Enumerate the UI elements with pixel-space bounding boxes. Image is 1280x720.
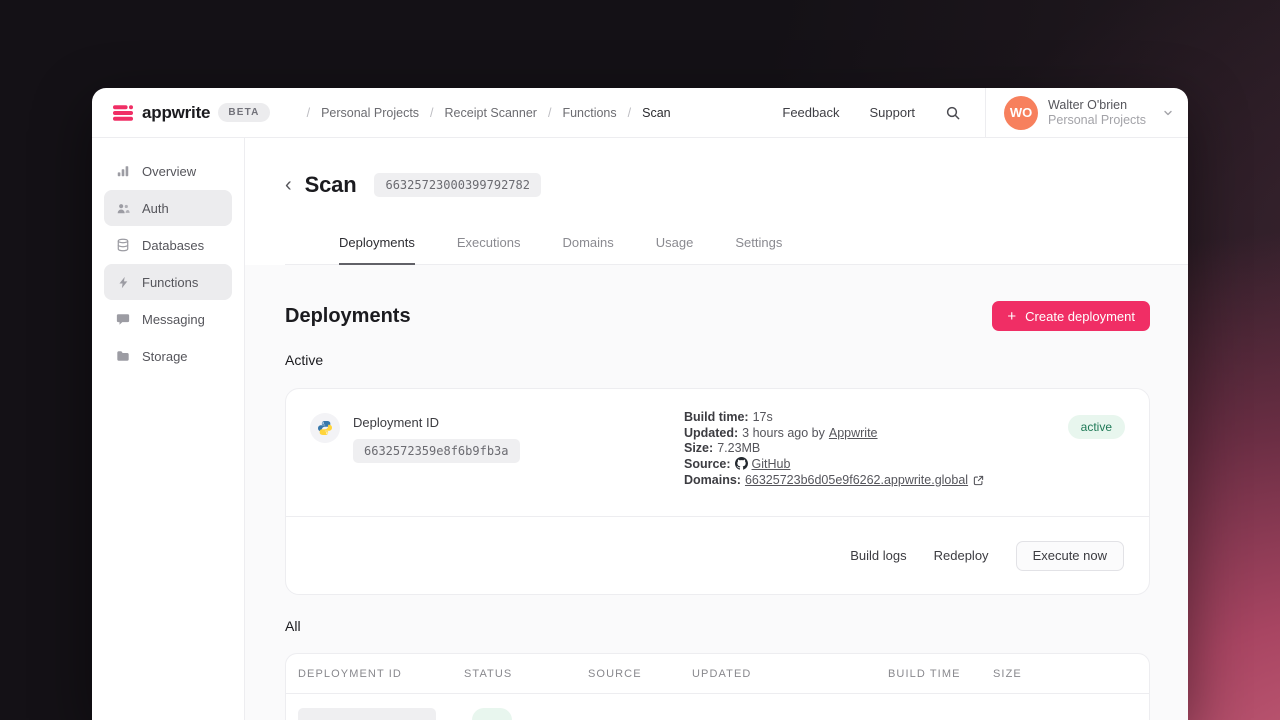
function-id-badge[interactable]: 66325723000399792782	[374, 173, 541, 197]
sidebar-item-label: Messaging	[142, 312, 205, 327]
users-icon	[115, 200, 131, 216]
active-section-label: Active	[285, 352, 1150, 368]
folder-icon	[115, 348, 131, 364]
brand-name: appwrite	[142, 103, 210, 123]
breadcrumb-separator: /	[617, 106, 642, 120]
size-row: Size:7.23MB	[684, 441, 984, 457]
database-icon	[115, 237, 131, 253]
app-shell: Overview Auth Databases Functions	[92, 138, 1188, 720]
sidebar-item-label: Databases	[142, 238, 204, 253]
active-deployment-card: Deployment ID 6632572359e8f6b9fb3a Build…	[285, 388, 1150, 595]
row-deployment-id-badge[interactable]	[298, 708, 436, 720]
breadcrumb-scan[interactable]: Scan	[642, 106, 671, 120]
user-organization: Personal Projects	[1048, 113, 1146, 128]
user-meta: Walter O'brien Personal Projects	[1048, 98, 1146, 128]
sidebar-item-auth[interactable]: Auth	[104, 190, 232, 226]
domain-link[interactable]: 66325723b6d05e9f6262.appwrite.global	[745, 473, 968, 487]
deployments-heading: Deployments	[285, 305, 411, 328]
sidebar-item-storage[interactable]: Storage	[104, 338, 232, 374]
page-head: ‹ Scan 66325723000399792782 Deployments …	[245, 138, 1188, 265]
deployment-id-badge[interactable]: 6632572359e8f6b9fb3a	[353, 439, 520, 463]
deployment-id-label: Deployment ID	[353, 415, 520, 430]
sidebar-item-databases[interactable]: Databases	[104, 227, 232, 263]
column-header-deployment-id: DEPLOYMENT ID	[298, 668, 464, 680]
build-logs-button[interactable]: Build logs	[850, 548, 906, 563]
desktop-backdrop: { "topbar": { "brand": "appwrite", "beta…	[0, 0, 1280, 720]
tab-settings[interactable]: Settings	[735, 235, 782, 264]
breadcrumb: / Personal Projects / Receipt Scanner / …	[296, 106, 671, 120]
beta-badge: BETA	[218, 103, 269, 122]
sidebar-item-overview[interactable]: Overview	[104, 153, 232, 189]
row-status-badge	[472, 708, 512, 720]
sidebar-item-label: Functions	[142, 275, 198, 290]
column-header-source: SOURCE	[588, 668, 692, 680]
appwrite-console-window: appwrite BETA / Personal Projects / Rece…	[92, 88, 1188, 720]
execute-now-button[interactable]: Execute now	[1016, 541, 1124, 571]
github-link[interactable]: GitHub	[752, 457, 791, 471]
search-icon[interactable]	[945, 105, 961, 121]
plus-icon: +	[1007, 309, 1016, 324]
back-chevron-icon[interactable]: ‹	[285, 175, 292, 195]
deployments-content: Deployments + Create deployment Active	[245, 265, 1188, 720]
sidebar-item-label: Storage	[142, 349, 188, 364]
appwrite-link[interactable]: Appwrite	[829, 426, 878, 440]
feedback-link[interactable]: Feedback	[782, 105, 839, 120]
appwrite-logo-icon	[112, 102, 134, 124]
sidebar-item-label: Overview	[142, 164, 196, 179]
chevron-down-icon	[1162, 107, 1174, 119]
avatar: WO	[1004, 96, 1038, 130]
breadcrumb-separator: /	[419, 106, 444, 120]
redeploy-button[interactable]: Redeploy	[934, 548, 989, 563]
topbar-actions: Feedback Support WO Walter O'brien Perso…	[782, 88, 1188, 137]
main-panel: ‹ Scan 66325723000399792782 Deployments …	[245, 138, 1188, 720]
user-menu[interactable]: WO Walter O'brien Personal Projects	[986, 88, 1188, 137]
build-time-row: Build time:17s	[684, 410, 984, 426]
all-section-label: All	[285, 618, 1150, 634]
domains-row: Domains:66325723b6d05e9f6262.appwrite.gl…	[684, 473, 984, 489]
card-footer: Build logs Redeploy Execute now	[286, 517, 1149, 594]
tab-bar: Deployments Executions Domains Usage Set…	[285, 235, 1188, 265]
tab-usage[interactable]: Usage	[656, 235, 694, 264]
sidebar-item-messaging[interactable]: Messaging	[104, 301, 232, 337]
breadcrumb-separator: /	[537, 106, 562, 120]
tab-executions[interactable]: Executions	[457, 235, 521, 264]
column-header-status: STATUS	[464, 668, 588, 680]
column-header-build-time: BUILD TIME	[888, 668, 993, 680]
sidebar-item-functions[interactable]: Functions	[104, 264, 232, 300]
build-info: Build time:17s Updated:3 hours ago byApp…	[684, 410, 984, 489]
appwrite-logo[interactable]: appwrite	[112, 102, 210, 124]
breadcrumb-separator: /	[296, 106, 321, 120]
github-icon	[735, 457, 748, 470]
deployments-table: DEPLOYMENT ID STATUS SOURCE UPDATED BUIL…	[285, 653, 1150, 720]
sidebar-item-label: Auth	[142, 201, 169, 216]
source-row: Source:GitHub	[684, 457, 984, 473]
user-name: Walter O'brien	[1048, 98, 1146, 113]
lightning-icon	[115, 274, 131, 290]
column-header-size: SIZE	[993, 668, 1137, 680]
breadcrumb-personal-projects[interactable]: Personal Projects	[321, 106, 419, 120]
breadcrumb-receipt-scanner[interactable]: Receipt Scanner	[445, 106, 537, 120]
page-title: Scan	[305, 172, 357, 198]
column-header-updated: UPDATED	[692, 668, 888, 680]
top-navigation-bar: appwrite BETA / Personal Projects / Rece…	[92, 88, 1188, 138]
external-link-icon	[973, 475, 984, 486]
support-link[interactable]: Support	[869, 105, 915, 120]
chat-bubble-icon	[115, 311, 131, 327]
python-runtime-icon	[310, 413, 340, 443]
bar-chart-icon	[115, 163, 131, 179]
create-deployment-button[interactable]: + Create deployment	[992, 301, 1150, 331]
updated-row: Updated:3 hours ago byAppwrite	[684, 426, 984, 442]
breadcrumb-functions[interactable]: Functions	[562, 106, 616, 120]
status-badge: active	[1068, 415, 1125, 439]
tab-domains[interactable]: Domains	[562, 235, 613, 264]
sidebar: Overview Auth Databases Functions	[92, 138, 245, 720]
tab-deployments[interactable]: Deployments	[339, 235, 415, 264]
table-row[interactable]	[286, 694, 1149, 720]
table-header-row: DEPLOYMENT ID STATUS SOURCE UPDATED BUIL…	[286, 654, 1149, 694]
